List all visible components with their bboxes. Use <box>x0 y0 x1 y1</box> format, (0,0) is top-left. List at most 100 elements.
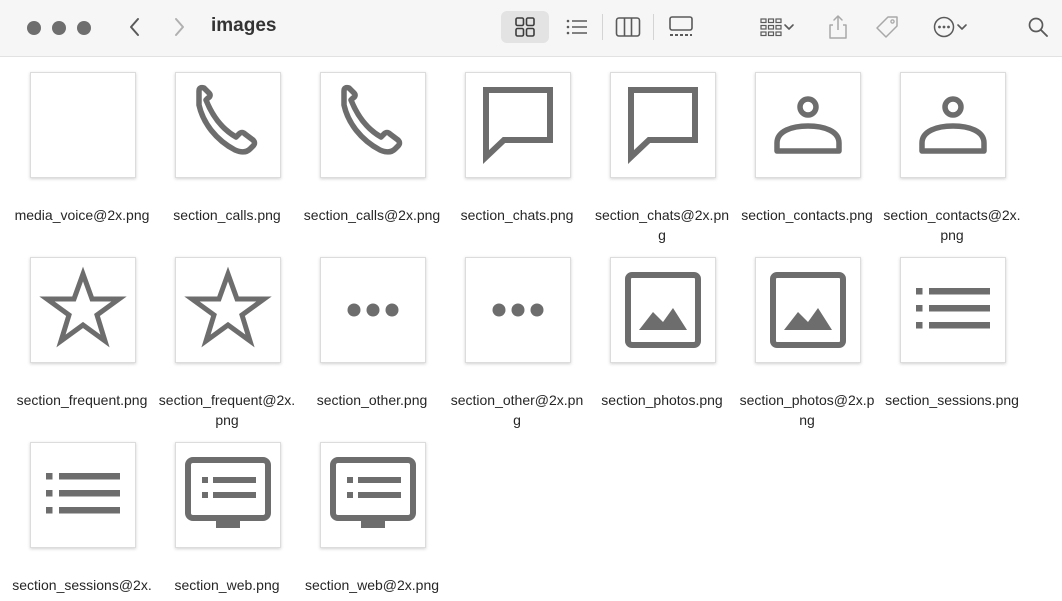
chat-bubble-icon <box>611 73 715 177</box>
file-item[interactable]: section_web.png <box>157 442 302 601</box>
search-icon <box>1028 17 1048 37</box>
grid-view-icon <box>515 17 535 37</box>
column-view-icon <box>615 17 641 37</box>
file-item[interactable]: section_photos.png <box>592 257 737 442</box>
tag-icon <box>876 16 898 38</box>
file-item[interactable]: section_web@2x.png <box>302 442 447 601</box>
file-name: section_sessions@2x.png <box>12 577 152 601</box>
file-thumbnail <box>320 72 426 178</box>
file-thumbnail <box>30 257 136 363</box>
file-item[interactable]: section_chats@2x.png <box>592 72 737 257</box>
file-thumbnail <box>320 257 426 363</box>
file-item[interactable]: section_photos@2x.png <box>737 257 882 442</box>
list-view-button[interactable] <box>559 11 595 43</box>
chevron-left-icon <box>130 18 139 36</box>
file-name: section_frequent@2x.png <box>158 392 296 428</box>
blank-image <box>31 73 135 177</box>
file-name: section_calls.png <box>173 207 281 223</box>
file-name: media_voice@2x.png <box>14 207 150 223</box>
list-view-icon <box>566 19 587 35</box>
file-item[interactable]: section_frequent.png <box>12 257 157 442</box>
file-item[interactable]: section_calls@2x.png <box>302 72 447 257</box>
dots-icon <box>347 303 399 317</box>
file-item[interactable]: section_contacts@2x.png <box>882 72 1027 257</box>
gallery-view-button[interactable] <box>661 11 701 43</box>
file-item[interactable]: section_calls.png <box>157 72 302 257</box>
file-thumbnail <box>30 72 136 178</box>
file-thumbnail <box>900 257 1006 363</box>
list-icon <box>916 288 990 329</box>
photo-icon <box>756 258 860 362</box>
toolbar: images <box>0 0 1062 57</box>
gallery-view-icon <box>669 16 693 36</box>
phone-icon <box>176 73 280 177</box>
ellipsis-circle-icon <box>933 16 955 38</box>
list-icon <box>46 473 120 514</box>
file-item[interactable]: section_frequent@2x.png <box>157 257 302 442</box>
file-name: section_web.png <box>174 577 280 593</box>
toolbar-divider <box>602 14 603 40</box>
file-name: section_photos.png <box>601 392 723 408</box>
file-thumbnail <box>610 257 716 363</box>
person-icon <box>756 73 860 177</box>
icon-view-button[interactable] <box>501 11 549 43</box>
file-item[interactable]: section_sessions.png <box>882 257 1027 442</box>
close-window-button[interactable] <box>27 21 41 35</box>
file-name: section_web@2x.png <box>304 577 440 593</box>
file-thumbnail <box>755 257 861 363</box>
forward-button[interactable] <box>166 12 192 42</box>
file-thumbnail <box>755 72 861 178</box>
file-thumbnail <box>175 257 281 363</box>
minimize-window-button[interactable] <box>52 21 66 35</box>
monitor-icon <box>176 443 280 547</box>
tags-button[interactable] <box>871 11 903 43</box>
more-actions-button[interactable] <box>925 11 975 43</box>
file-thumbnail <box>900 72 1006 178</box>
file-name: section_chats@2x.png <box>594 207 730 243</box>
zoom-window-button[interactable] <box>77 21 91 35</box>
file-name: section_photos@2x.png <box>739 392 875 428</box>
share-button[interactable] <box>822 11 854 43</box>
star-icon <box>176 258 280 362</box>
file-name: section_contacts@2x.png <box>883 207 1021 243</box>
person-icon <box>901 73 1005 177</box>
file-item[interactable]: section_other.png <box>302 257 447 442</box>
group-icon <box>760 18 782 37</box>
file-item[interactable]: section_chats.png <box>447 72 592 257</box>
phone-icon <box>321 73 425 177</box>
file-name: section_other.png <box>316 392 428 408</box>
column-view-button[interactable] <box>610 11 646 43</box>
file-thumbnail <box>175 442 281 548</box>
file-thumbnail <box>175 72 281 178</box>
chevron-right-icon <box>175 18 184 36</box>
dots-icon <box>492 303 544 317</box>
monitor-icon <box>321 443 425 547</box>
file-name: section_chats.png <box>460 207 574 223</box>
chevron-down-icon <box>784 24 794 30</box>
star-icon <box>31 258 135 362</box>
folder-title: images <box>211 15 277 36</box>
file-thumbnail <box>465 72 571 178</box>
file-item[interactable]: section_contacts.png <box>737 72 882 257</box>
file-name: section_sessions.png <box>885 392 1019 408</box>
file-name: section_frequent.png <box>16 392 148 408</box>
back-button[interactable] <box>122 12 148 42</box>
toolbar-divider <box>653 14 654 40</box>
search-button[interactable] <box>1022 11 1054 43</box>
share-icon <box>829 15 847 39</box>
photo-icon <box>611 258 715 362</box>
file-item[interactable]: media_voice@2x.png <box>12 72 157 257</box>
chat-bubble-icon <box>466 73 570 177</box>
file-thumbnail <box>610 72 716 178</box>
file-thumbnail <box>465 257 571 363</box>
file-item[interactable]: section_other@2x.png <box>447 257 592 442</box>
chevron-down-icon <box>957 24 967 30</box>
file-name: section_contacts.png <box>741 207 873 223</box>
file-item[interactable]: section_sessions@2x.png <box>12 442 157 601</box>
finder-window: images media_voice@2x.png section_calls.… <box>0 0 1062 601</box>
file-name: section_calls@2x.png <box>303 207 441 223</box>
file-grid: media_voice@2x.png section_calls.png secti… <box>0 57 1062 601</box>
file-thumbnail <box>30 442 136 548</box>
group-by-button[interactable] <box>752 11 802 43</box>
file-name: section_other@2x.png <box>450 392 584 428</box>
